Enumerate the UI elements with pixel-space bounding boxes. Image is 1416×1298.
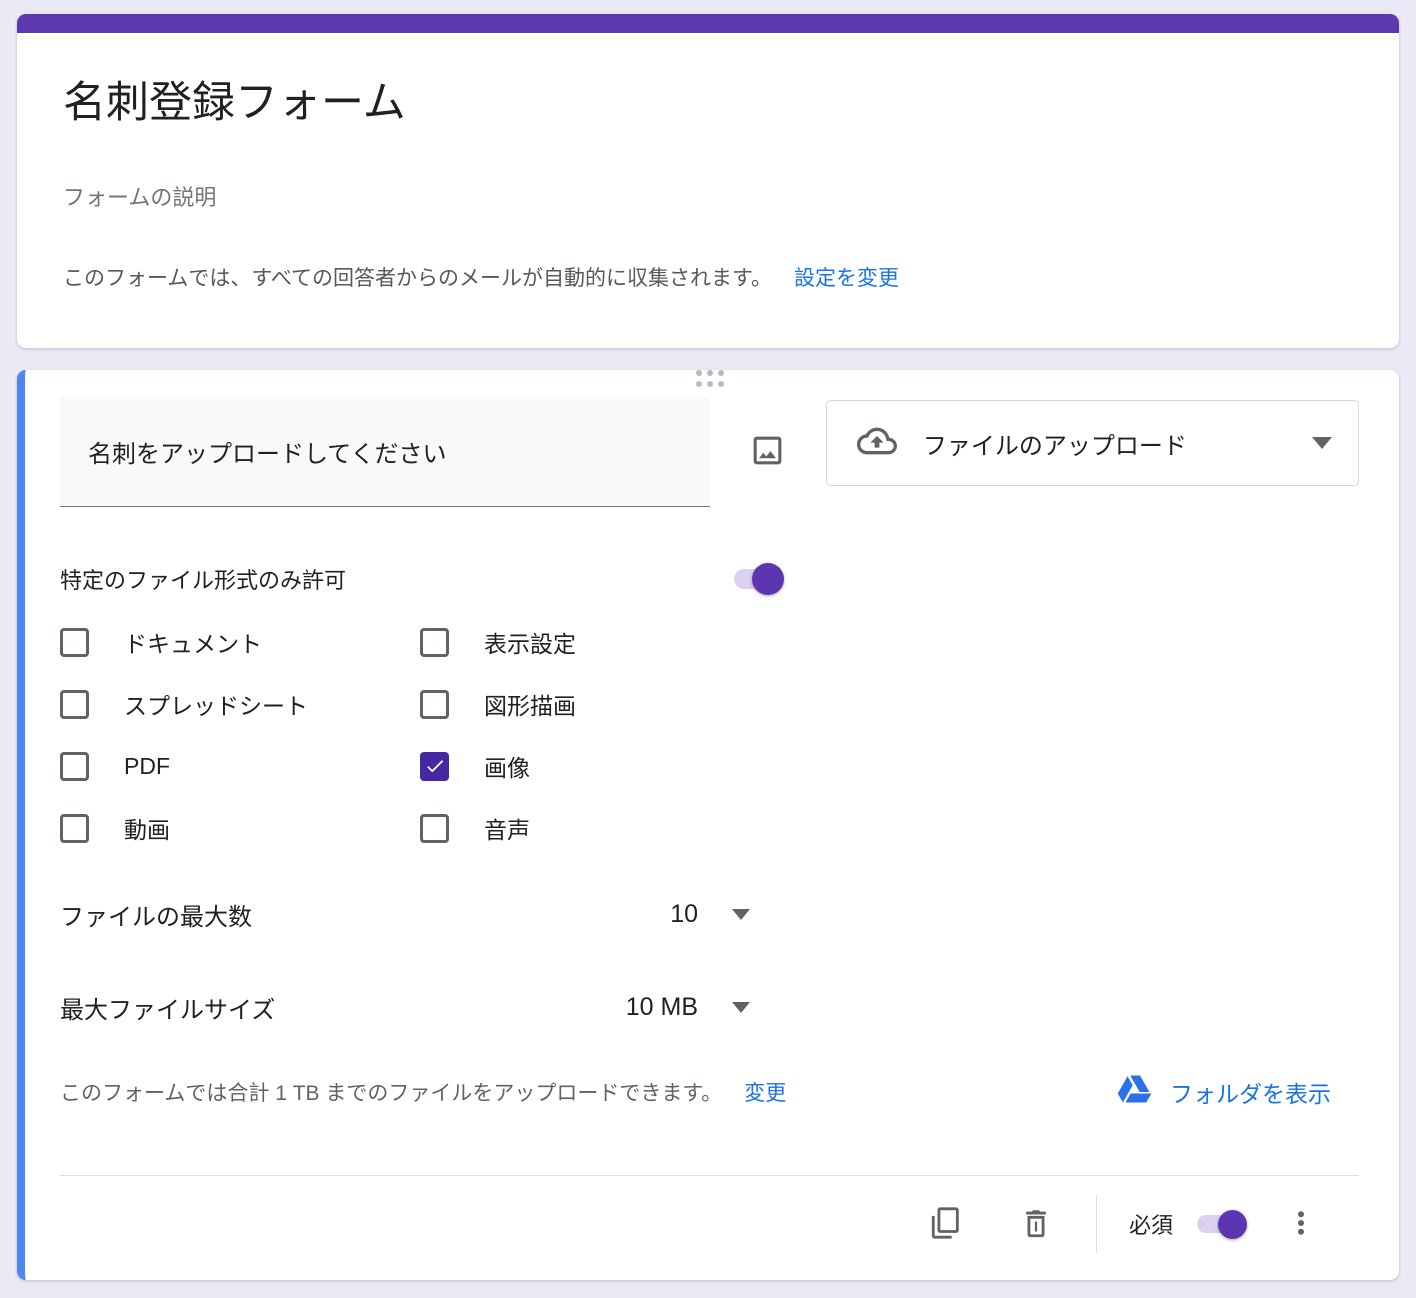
- storage-notice: このフォームでは合計 1 TB までのファイルをアップロードできます。: [60, 1082, 723, 1106]
- cloud-upload-icon: [856, 421, 897, 466]
- form-title[interactable]: 名刺登録フォーム: [63, 79, 1353, 128]
- checkbox-icon[interactable]: [60, 689, 89, 719]
- trash-icon: [1019, 1206, 1053, 1243]
- chevron-down-icon: [1312, 437, 1332, 450]
- file-type-options: ドキュメント 表示設定 スプレッドシート 図形描画 PDF 画像 動画 音声: [60, 625, 1359, 845]
- checkbox-icon[interactable]: [420, 627, 449, 657]
- file-type-drawing[interactable]: 図形描画: [420, 687, 1359, 721]
- question-title-input[interactable]: 名刺をアップロードしてください: [60, 397, 710, 508]
- file-type-presentation[interactable]: 表示設定: [420, 625, 1359, 659]
- image-icon: [749, 432, 786, 472]
- required-toggle[interactable]: [1197, 1210, 1247, 1240]
- question-type-label: ファイルのアップロード: [922, 432, 1187, 460]
- duplicate-button[interactable]: [918, 1196, 974, 1252]
- duplicate-icon: [929, 1206, 963, 1243]
- kebab-menu-icon: [1286, 1208, 1316, 1241]
- question-card: 名刺をアップロードしてください ファイルのアップロード 特定のファイル形式のみ許…: [17, 370, 1399, 1281]
- form-header-card: 名刺登録フォーム フォームの説明 このフォームでは、すべての回答者からのメールが…: [17, 14, 1399, 349]
- delete-button[interactable]: [1008, 1196, 1064, 1252]
- file-type-image[interactable]: 画像: [420, 749, 1359, 783]
- max-files-value: 10: [670, 900, 698, 929]
- allow-specific-types-label: 特定のファイル形式のみ許可: [60, 568, 347, 594]
- checkbox-checked-icon[interactable]: [420, 751, 449, 781]
- add-image-button[interactable]: [738, 422, 798, 482]
- checkbox-icon[interactable]: [60, 627, 89, 657]
- question-type-dropdown[interactable]: ファイルのアップロード: [825, 400, 1359, 487]
- checkbox-icon[interactable]: [420, 813, 449, 843]
- view-folder-link[interactable]: フォルダを表示: [1116, 1071, 1331, 1113]
- checkbox-icon[interactable]: [60, 751, 89, 781]
- storage-change-link[interactable]: 変更: [744, 1077, 786, 1107]
- more-options-button[interactable]: [1273, 1196, 1329, 1252]
- file-type-pdf[interactable]: PDF: [60, 749, 420, 783]
- max-files-label: ファイルの最大数: [60, 904, 252, 932]
- question-title-text: 名刺をアップロードしてください: [88, 441, 447, 469]
- required-label: 必須: [1128, 1213, 1173, 1239]
- max-file-size-label: 最大ファイルサイズ: [60, 997, 276, 1025]
- checkbox-icon[interactable]: [60, 813, 89, 843]
- change-settings-link[interactable]: 設定を変更: [794, 262, 899, 292]
- max-file-size-value: 10 MB: [625, 993, 698, 1022]
- chevron-down-icon: [732, 1002, 750, 1014]
- file-type-video[interactable]: 動画: [60, 811, 420, 845]
- form-description-placeholder[interactable]: フォームの説明: [63, 180, 1353, 212]
- max-files-dropdown[interactable]: [732, 909, 750, 921]
- chevron-down-icon: [732, 909, 750, 921]
- drag-handle[interactable]: [690, 370, 730, 388]
- max-file-size-dropdown[interactable]: [732, 1002, 750, 1014]
- allow-specific-types-toggle[interactable]: [734, 563, 784, 596]
- email-collection-notice: このフォームでは、すべての回答者からのメールが自動的に収集されます。: [63, 267, 772, 291]
- file-type-document[interactable]: ドキュメント: [60, 625, 420, 659]
- file-type-audio[interactable]: 音声: [420, 811, 1359, 845]
- checkbox-icon[interactable]: [420, 689, 449, 719]
- file-type-spreadsheet[interactable]: スプレッドシート: [60, 687, 420, 721]
- toolbar-separator: [1095, 1195, 1097, 1254]
- theme-color-bar: [17, 14, 1399, 33]
- google-drive-icon: [1116, 1071, 1152, 1113]
